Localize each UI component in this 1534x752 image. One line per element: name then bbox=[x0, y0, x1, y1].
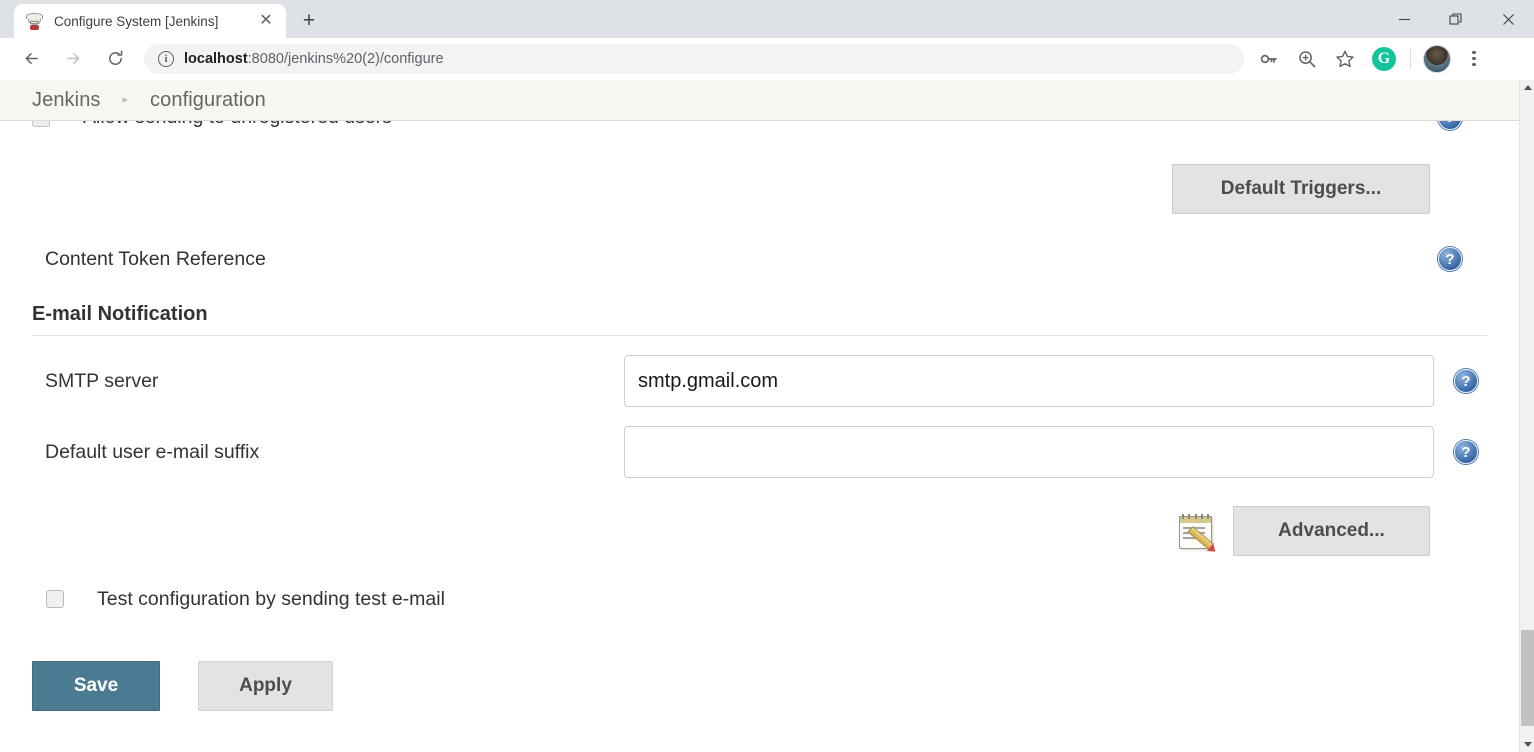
page-viewport: Jenkins ▸ configuration Allow sending to… bbox=[0, 80, 1534, 752]
toolbar-divider bbox=[1410, 48, 1411, 69]
breadcrumb-current[interactable]: configuration bbox=[150, 89, 266, 112]
user-avatar[interactable] bbox=[1423, 44, 1451, 73]
page-scrollbar[interactable] bbox=[1519, 80, 1534, 752]
content-token-reference-row: Content Token Reference ? bbox=[32, 243, 1487, 275]
tab-close-icon[interactable]: ✕ bbox=[254, 9, 278, 33]
tab-title: Configure System [Jenkins] bbox=[54, 13, 219, 29]
url-text: localhost:8080/jenkins%20(2)/configure bbox=[184, 51, 444, 67]
forward-arrow-icon[interactable] bbox=[57, 43, 89, 75]
info-circle-icon[interactable]: i bbox=[158, 50, 174, 67]
toolbar-icon-group: G bbox=[1250, 43, 1489, 75]
browser-window: Configure System [Jenkins] ✕ + i localho… bbox=[0, 0, 1534, 752]
kebab-menu-icon[interactable] bbox=[1459, 43, 1489, 75]
minimize-icon[interactable] bbox=[1378, 0, 1430, 38]
star-icon[interactable] bbox=[1329, 43, 1361, 75]
test-config-row: Test configuration by sending test e-mai… bbox=[32, 584, 1487, 614]
smtp-server-label: SMTP server bbox=[45, 369, 159, 392]
address-bar[interactable]: i localhost:8080/jenkins%20(2)/configure bbox=[144, 43, 1244, 74]
advanced-button[interactable]: Advanced... bbox=[1233, 506, 1430, 556]
save-button[interactable]: Save bbox=[32, 661, 160, 711]
allow-unregistered-row: Allow sending to unregistered users ? bbox=[32, 121, 1487, 143]
email-notification-heading: E-mail Notification bbox=[32, 303, 208, 325]
magnifier-plus-icon[interactable] bbox=[1291, 43, 1323, 75]
browser-tab[interactable]: Configure System [Jenkins] ✕ bbox=[14, 4, 286, 38]
url-path: :8080/jenkins%20(2)/configure bbox=[247, 50, 444, 67]
advanced-row: Advanced... bbox=[32, 506, 1487, 556]
default-triggers-row: Default Triggers... bbox=[32, 164, 1487, 214]
default-suffix-label: Default user e-mail suffix bbox=[45, 440, 260, 463]
test-config-label: Test configuration by sending test e-mai… bbox=[97, 587, 445, 610]
default-suffix-input[interactable] bbox=[624, 426, 1434, 478]
breadcrumb: Jenkins ▸ configuration bbox=[0, 80, 1519, 121]
back-arrow-icon[interactable] bbox=[15, 43, 47, 75]
default-triggers-button[interactable]: Default Triggers... bbox=[1172, 164, 1430, 214]
apply-button[interactable]: Apply bbox=[198, 661, 333, 711]
configure-form: Allow sending to unregistered users ? De… bbox=[0, 121, 1519, 711]
help-icon[interactable]: ? bbox=[1454, 440, 1478, 464]
help-icon[interactable]: ? bbox=[1438, 247, 1462, 271]
section-divider bbox=[32, 335, 1487, 336]
close-icon[interactable] bbox=[1482, 0, 1534, 38]
default-suffix-row: Default user e-mail suffix ? bbox=[32, 426, 1487, 478]
smtp-server-input[interactable] bbox=[624, 355, 1434, 407]
window-controls bbox=[1378, 0, 1534, 38]
help-icon[interactable]: ? bbox=[1454, 369, 1478, 393]
jenkins-butler-icon bbox=[26, 12, 43, 30]
smtp-server-row: SMTP server ? bbox=[32, 355, 1487, 407]
form-actions: Save Apply bbox=[32, 661, 1487, 711]
browser-toolbar: i localhost:8080/jenkins%20(2)/configure bbox=[0, 38, 1534, 80]
allow-unregistered-checkbox[interactable] bbox=[32, 121, 50, 127]
grammarly-icon[interactable]: G bbox=[1372, 46, 1396, 71]
breadcrumb-root[interactable]: Jenkins bbox=[32, 89, 101, 112]
notepad-pencil-icon bbox=[1176, 511, 1220, 556]
scroll-down-arrow-icon[interactable] bbox=[1520, 737, 1534, 752]
breadcrumb-separator-icon: ▸ bbox=[122, 93, 129, 106]
url-host: localhost bbox=[184, 50, 248, 67]
reload-icon[interactable] bbox=[99, 43, 131, 75]
new-tab-button[interactable]: + bbox=[294, 5, 324, 35]
help-icon[interactable]: ? bbox=[1438, 121, 1462, 130]
scrollbar-thumb[interactable] bbox=[1521, 630, 1534, 726]
restore-icon[interactable] bbox=[1430, 0, 1482, 38]
tab-strip: Configure System [Jenkins] ✕ + bbox=[0, 0, 1534, 38]
key-icon[interactable] bbox=[1253, 43, 1285, 75]
allow-unregistered-label: Allow sending to unregistered users bbox=[83, 121, 392, 129]
scroll-up-arrow-icon[interactable] bbox=[1520, 80, 1534, 95]
test-config-checkbox[interactable] bbox=[46, 590, 64, 608]
content-token-reference-label[interactable]: Content Token Reference bbox=[32, 248, 266, 271]
